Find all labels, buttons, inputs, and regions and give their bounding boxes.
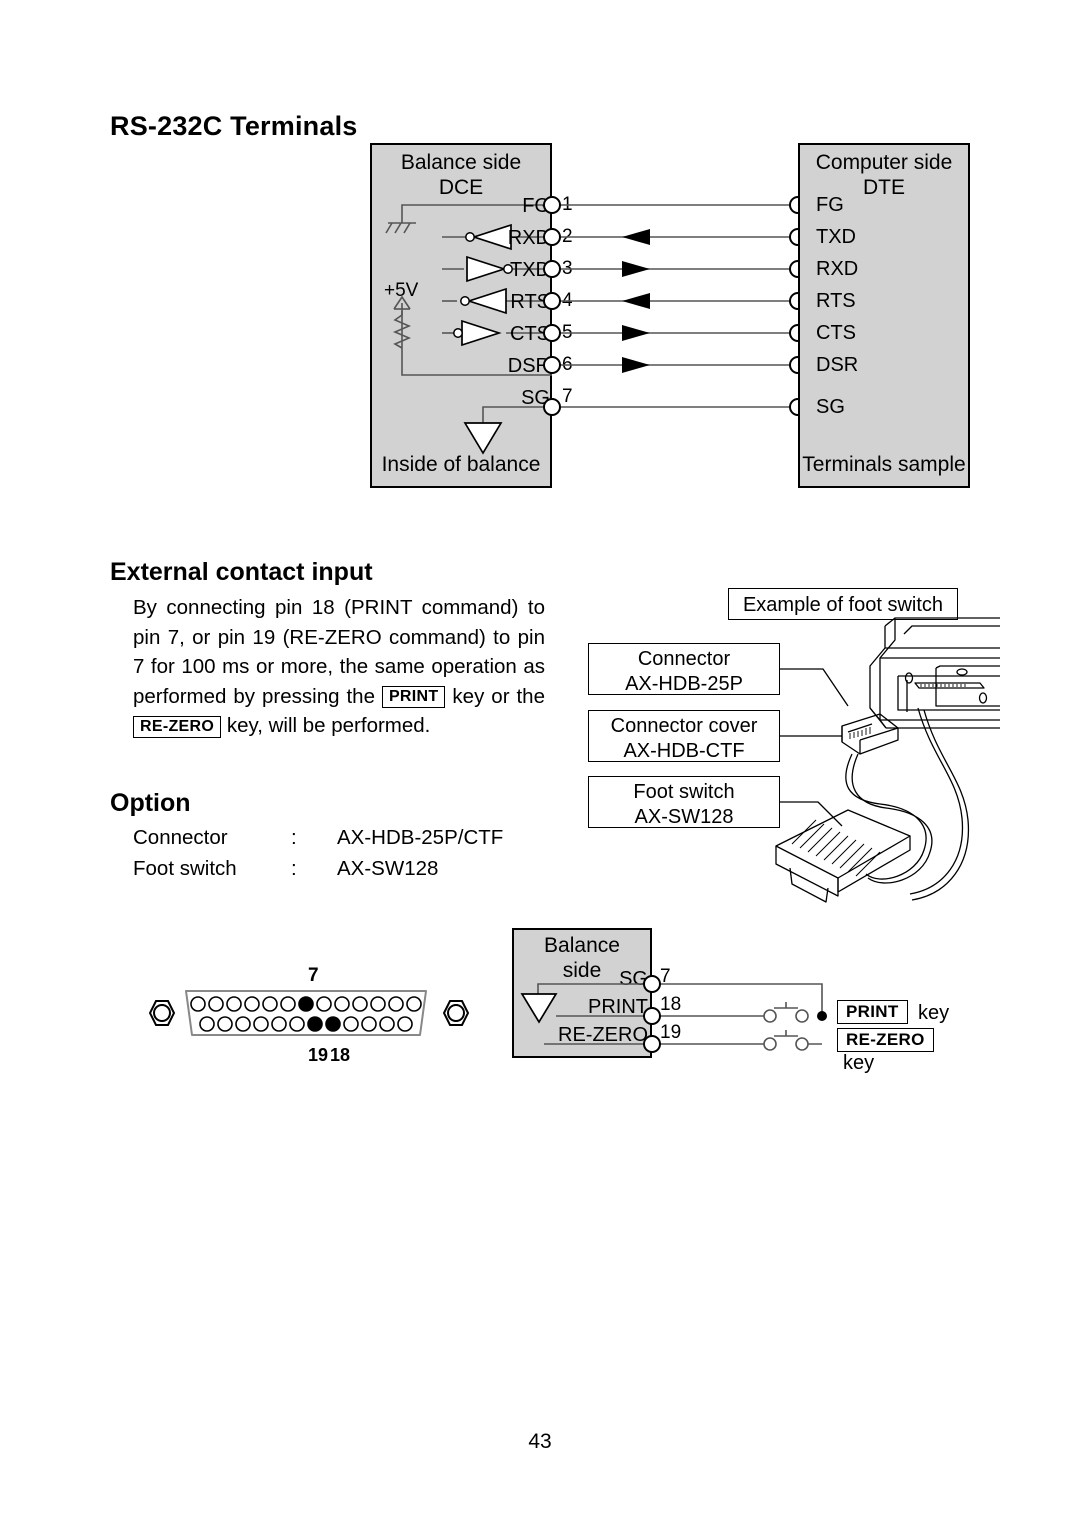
computer-signal-rts: RTS [816, 290, 856, 312]
option-label-connector: Connector [133, 826, 228, 849]
computer-signal-sg: SG [816, 396, 845, 418]
print-key-suffix: key [917, 1001, 950, 1024]
computer-signal-cts: CTS [816, 322, 856, 344]
balance-terminals [543, 196, 561, 416]
db25-shell [148, 990, 470, 1036]
external-contact-paragraph: By connecting pin 18 (PRINT command) to … [133, 593, 545, 741]
rezero-key-suffix: key [843, 1052, 875, 1074]
computer-signal-fg: FG [816, 194, 844, 216]
computer-side-footer: Terminals sample [802, 453, 966, 476]
direction-arrows [622, 229, 650, 373]
rezero-key-legend: RE-ZERO key [837, 1028, 972, 1075]
pinout-label-top: 7 [308, 965, 319, 986]
print-key-box: PRINT [837, 1000, 908, 1024]
option-sep-footswitch: : [291, 857, 297, 880]
paragraph-part-3: key, will be performed. [226, 714, 431, 737]
computer-signal-txd: TXD [816, 226, 856, 248]
computer-side-title-line1: Computer side [815, 151, 953, 174]
external-contact-heading: External contact input [110, 558, 373, 586]
contact-input-diagram: Balance side SG PRINT RE-ZERO 7 18 19 PR… [512, 928, 972, 1074]
contact-signal-ground-symbol [520, 993, 558, 1024]
paragraph-part-2: key or the [452, 684, 545, 708]
option-row-connector: Connector : AX-HDB-25P/CTF [133, 822, 503, 853]
db25-connector-pinout: 7 19 18 [130, 965, 490, 1065]
computer-signal-rxd: RXD [816, 258, 859, 280]
arrow-right-dsr [622, 357, 650, 373]
option-value-footswitch: AX-SW128 [337, 857, 439, 880]
option-row-footswitch: Foot switch : AX-SW128 [133, 853, 503, 884]
computer-side-title-line2: DTE [863, 176, 905, 199]
option-sep-connector: : [291, 826, 297, 849]
rs232-diagram: Balance side DCE Inside of balance +5V F… [370, 143, 970, 488]
rezero-key-box: RE-ZERO [837, 1028, 934, 1052]
footswitch-figure: Example of foot switch Connector AX-HDB-… [580, 588, 1000, 908]
contact-panel-terminals [643, 975, 661, 1053]
computer-signal-dsr: DSR [816, 354, 859, 376]
arrow-right-txd [622, 261, 650, 277]
page-number: 43 [528, 1430, 552, 1453]
option-value-connector: AX-HDB-25P/CTF [337, 826, 504, 849]
option-label-footswitch: Foot switch [133, 857, 237, 880]
arrow-left-rts [622, 293, 650, 309]
wire-junction-dot [817, 1011, 827, 1021]
option-table: Connector : AX-HDB-25P/CTF Foot switch :… [133, 822, 503, 884]
print-key-legend: PRINT key [837, 1000, 949, 1025]
pinout-label-18: 18 [330, 1045, 351, 1065]
rs232-heading: RS-232C Terminals [110, 111, 358, 141]
arrow-right-cts [622, 325, 650, 341]
option-heading: Option [110, 789, 191, 817]
footswitch-illustration [775, 617, 1000, 903]
computer-side-title: Computer side DTE [798, 150, 970, 200]
pinout-label-19: 19 [308, 1045, 329, 1065]
rezero-key-inline: RE-ZERO [133, 715, 222, 738]
arrow-left-rxd [622, 229, 650, 245]
print-key-inline: PRINT [381, 686, 446, 708]
